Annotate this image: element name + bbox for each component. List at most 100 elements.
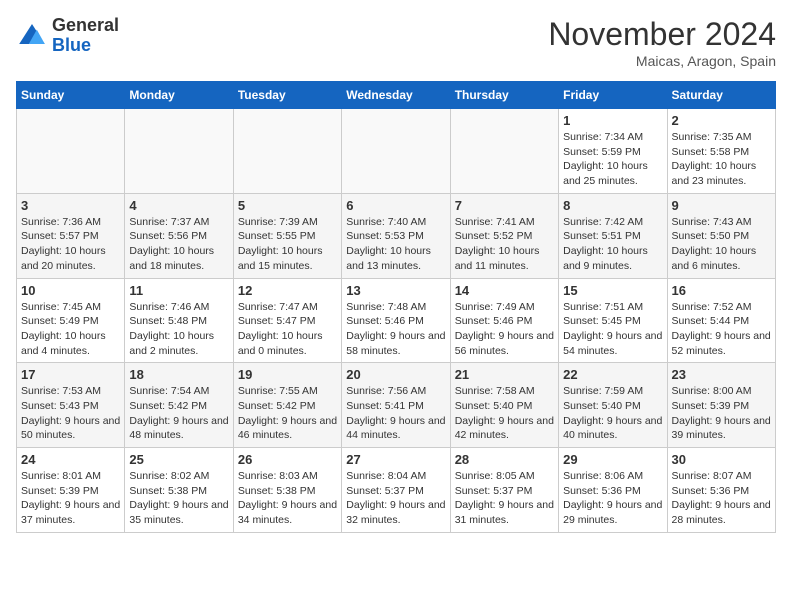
- calendar-cell: 29 Sunrise: 8:06 AM Sunset: 5:36 PM Dayli…: [559, 448, 667, 533]
- day-info: Sunrise: 7:49 AM Sunset: 5:46 PM Dayligh…: [455, 300, 554, 359]
- day-info: Sunrise: 7:41 AM Sunset: 5:52 PM Dayligh…: [455, 215, 554, 274]
- calendar-cell: 6Sunrise: 7:40 AM Sunset: 5:53 PM Daylig…: [342, 193, 450, 278]
- day-info: Sunrise: 8:03 AM Sunset: 5:38 PM Dayligh…: [238, 469, 337, 528]
- calendar-cell: 3 Sunrise: 7:36 AM Sunset: 5:57 PM Daylig…: [17, 193, 125, 278]
- day-info: Sunrise: 8:04 AM Sunset: 5:37 PM Dayligh…: [346, 469, 445, 528]
- day-number: 20: [346, 367, 445, 382]
- day-number: 2: [672, 113, 771, 128]
- day-number: 4: [129, 198, 228, 213]
- calendar-cell: 15Sunrise: 7:51 AM Sunset: 5:45 PM Dayli…: [559, 278, 667, 363]
- day-info: Sunrise: 7:56 AM Sunset: 5:41 PM Dayligh…: [346, 384, 445, 443]
- day-info: Sunrise: 7:39 AM Sunset: 5:55 PM Dayligh…: [238, 215, 337, 274]
- location-subtitle: Maicas, Aragon, Spain: [548, 53, 776, 69]
- day-number: 7: [455, 198, 554, 213]
- day-number: 30: [672, 452, 771, 467]
- calendar-cell: 18 Sunrise: 7:54 AM Sunset: 5:42 PM Dayli…: [125, 363, 233, 448]
- day-number: 18: [129, 367, 228, 382]
- month-year-title: November 2024: [548, 16, 776, 53]
- calendar-cell: [17, 109, 125, 194]
- day-info: Sunrise: 8:00 AM Sunset: 5:39 PM Dayligh…: [672, 384, 771, 443]
- day-number: 19: [238, 367, 337, 382]
- day-number: 12: [238, 283, 337, 298]
- calendar-cell: 10Sunrise: 7:45 AM Sunset: 5:49 PM Dayli…: [17, 278, 125, 363]
- calendar-week-row: 10Sunrise: 7:45 AM Sunset: 5:49 PM Dayli…: [17, 278, 776, 363]
- calendar-cell: [125, 109, 233, 194]
- day-number: 1: [563, 113, 662, 128]
- day-number: 27: [346, 452, 445, 467]
- day-number: 23: [672, 367, 771, 382]
- day-number: 8: [563, 198, 662, 213]
- calendar-cell: 25 Sunrise: 8:02 AM Sunset: 5:38 PM Dayli…: [125, 448, 233, 533]
- calendar-cell: 19 Sunrise: 7:55 AM Sunset: 5:42 PM Dayli…: [233, 363, 341, 448]
- day-info: Sunrise: 8:01 AM Sunset: 5:39 PM Dayligh…: [21, 469, 120, 528]
- calendar-cell: [342, 109, 450, 194]
- day-info: Sunrise: 7:36 AM Sunset: 5:57 PM Dayligh…: [21, 215, 120, 274]
- day-of-week-header: Sunday: [17, 82, 125, 109]
- calendar-cell: 13 Sunrise: 7:48 AM Sunset: 5:46 PM Dayli…: [342, 278, 450, 363]
- day-info: Sunrise: 7:53 AM Sunset: 5:43 PM Dayligh…: [21, 384, 120, 443]
- day-of-week-header: Friday: [559, 82, 667, 109]
- day-number: 3: [21, 198, 120, 213]
- logo-blue-text: Blue: [52, 36, 119, 56]
- calendar-cell: 23 Sunrise: 8:00 AM Sunset: 5:39 PM Dayli…: [667, 363, 775, 448]
- calendar-cell: [233, 109, 341, 194]
- day-info: Sunrise: 7:35 AM Sunset: 5:58 PM Dayligh…: [672, 130, 771, 189]
- day-number: 24: [21, 452, 120, 467]
- page-header: General Blue November 2024 Maicas, Arago…: [16, 16, 776, 69]
- calendar-header-row: SundayMondayTuesdayWednesdayThursdayFrid…: [17, 82, 776, 109]
- calendar-week-row: 17 Sunrise: 7:53 AM Sunset: 5:43 PM Dayli…: [17, 363, 776, 448]
- calendar-cell: 11Sunrise: 7:46 AM Sunset: 5:48 PM Dayli…: [125, 278, 233, 363]
- calendar-cell: 21 Sunrise: 7:58 AM Sunset: 5:40 PM Dayli…: [450, 363, 558, 448]
- day-number: 22: [563, 367, 662, 382]
- day-info: Sunrise: 8:02 AM Sunset: 5:38 PM Dayligh…: [129, 469, 228, 528]
- day-info: Sunrise: 8:06 AM Sunset: 5:36 PM Dayligh…: [563, 469, 662, 528]
- day-info: Sunrise: 7:58 AM Sunset: 5:40 PM Dayligh…: [455, 384, 554, 443]
- day-info: Sunrise: 7:37 AM Sunset: 5:56 PM Dayligh…: [129, 215, 228, 274]
- calendar-cell: 26 Sunrise: 8:03 AM Sunset: 5:38 PM Dayli…: [233, 448, 341, 533]
- day-number: 13: [346, 283, 445, 298]
- calendar-cell: 9Sunrise: 7:43 AM Sunset: 5:50 PM Daylig…: [667, 193, 775, 278]
- title-block: November 2024 Maicas, Aragon, Spain: [548, 16, 776, 69]
- day-info: Sunrise: 7:34 AM Sunset: 5:59 PM Dayligh…: [563, 130, 662, 189]
- calendar-cell: 2 Sunrise: 7:35 AM Sunset: 5:58 PM Daylig…: [667, 109, 775, 194]
- day-info: Sunrise: 7:55 AM Sunset: 5:42 PM Dayligh…: [238, 384, 337, 443]
- calendar-cell: 4 Sunrise: 7:37 AM Sunset: 5:56 PM Daylig…: [125, 193, 233, 278]
- day-of-week-header: Monday: [125, 82, 233, 109]
- day-info: Sunrise: 7:54 AM Sunset: 5:42 PM Dayligh…: [129, 384, 228, 443]
- day-number: 29: [563, 452, 662, 467]
- day-info: Sunrise: 7:59 AM Sunset: 5:40 PM Dayligh…: [563, 384, 662, 443]
- day-of-week-header: Thursday: [450, 82, 558, 109]
- day-info: Sunrise: 7:48 AM Sunset: 5:46 PM Dayligh…: [346, 300, 445, 359]
- day-info: Sunrise: 7:43 AM Sunset: 5:50 PM Dayligh…: [672, 215, 771, 274]
- day-number: 17: [21, 367, 120, 382]
- logo-icon: [16, 20, 48, 52]
- day-number: 21: [455, 367, 554, 382]
- day-info: Sunrise: 7:52 AM Sunset: 5:44 PM Dayligh…: [672, 300, 771, 359]
- calendar-week-row: 1 Sunrise: 7:34 AM Sunset: 5:59 PM Daylig…: [17, 109, 776, 194]
- calendar-cell: 5 Sunrise: 7:39 AM Sunset: 5:55 PM Daylig…: [233, 193, 341, 278]
- calendar-cell: 7 Sunrise: 7:41 AM Sunset: 5:52 PM Daylig…: [450, 193, 558, 278]
- calendar-cell: 20 Sunrise: 7:56 AM Sunset: 5:41 PM Dayli…: [342, 363, 450, 448]
- day-number: 15: [563, 283, 662, 298]
- calendar-cell: 22 Sunrise: 7:59 AM Sunset: 5:40 PM Dayli…: [559, 363, 667, 448]
- day-info: Sunrise: 7:45 AM Sunset: 5:49 PM Dayligh…: [21, 300, 120, 359]
- day-number: 16: [672, 283, 771, 298]
- day-number: 26: [238, 452, 337, 467]
- day-number: 25: [129, 452, 228, 467]
- day-number: 5: [238, 198, 337, 213]
- day-info: Sunrise: 8:07 AM Sunset: 5:36 PM Dayligh…: [672, 469, 771, 528]
- day-of-week-header: Saturday: [667, 82, 775, 109]
- calendar-cell: 24 Sunrise: 8:01 AM Sunset: 5:39 PM Dayli…: [17, 448, 125, 533]
- day-number: 14: [455, 283, 554, 298]
- day-info: Sunrise: 7:47 AM Sunset: 5:47 PM Dayligh…: [238, 300, 337, 359]
- logo-general-text: General: [52, 16, 119, 36]
- calendar-cell: 28Sunrise: 8:05 AM Sunset: 5:37 PM Dayli…: [450, 448, 558, 533]
- day-info: Sunrise: 7:40 AM Sunset: 5:53 PM Dayligh…: [346, 215, 445, 274]
- logo: General Blue: [16, 16, 119, 56]
- calendar-cell: 1 Sunrise: 7:34 AM Sunset: 5:59 PM Daylig…: [559, 109, 667, 194]
- day-info: Sunrise: 8:05 AM Sunset: 5:37 PM Dayligh…: [455, 469, 554, 528]
- day-of-week-header: Tuesday: [233, 82, 341, 109]
- calendar-week-row: 24 Sunrise: 8:01 AM Sunset: 5:39 PM Dayli…: [17, 448, 776, 533]
- calendar-cell: 27 Sunrise: 8:04 AM Sunset: 5:37 PM Dayli…: [342, 448, 450, 533]
- calendar-cell: 16 Sunrise: 7:52 AM Sunset: 5:44 PM Dayli…: [667, 278, 775, 363]
